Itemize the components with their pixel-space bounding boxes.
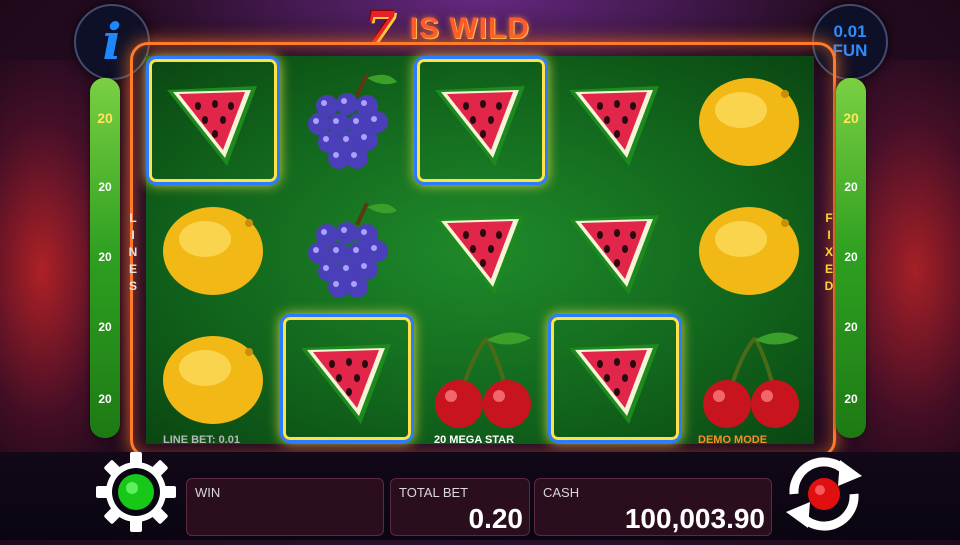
reel-symbol-cherries (682, 314, 816, 443)
watermelon-icon (555, 195, 675, 310)
demo-mode-label: DEMO MODE (698, 434, 768, 446)
win-highlight (414, 56, 548, 185)
cash-label: CASH (543, 485, 580, 500)
total-bet-field[interactable]: TOTAL BET 0.20 (390, 478, 530, 536)
cash-field: CASH 100,003.90 (534, 478, 772, 536)
line-number: 20 (843, 110, 859, 126)
lemon-icon (153, 195, 273, 310)
lemon-icon (153, 324, 273, 439)
watermelon-icon (555, 66, 675, 181)
cherries-icon (421, 324, 541, 439)
lemon-icon (689, 66, 809, 181)
total-bet-value: 0.20 (468, 503, 524, 534)
lines-bar-left: 20 20 20 20 20 (90, 78, 120, 438)
line-number: 20 (844, 180, 858, 194)
reel-symbol-watermelon (146, 56, 280, 185)
line-bet-label: LINE BET: 0.01 (163, 434, 241, 446)
lines-label: LINES (128, 211, 138, 293)
reel-symbol-lemon (682, 185, 816, 314)
grapes-icon (287, 66, 407, 181)
title-text: IS WILD (409, 12, 530, 45)
win-highlight (280, 314, 414, 443)
reel-symbol-lemon (682, 56, 816, 185)
cash-value: 100,003.90 (624, 503, 765, 534)
reel-symbol-lemon (146, 314, 280, 443)
grapes-icon (287, 195, 407, 310)
line-number: 20 (97, 110, 113, 126)
reel-symbol-grapes (280, 56, 414, 185)
settings-button[interactable] (92, 448, 180, 536)
cherries-icon (689, 324, 809, 439)
reel-symbol-watermelon (280, 314, 414, 443)
lemon-icon (689, 195, 809, 310)
reel-symbol-grapes (280, 185, 414, 314)
reels-area (146, 56, 814, 444)
fixed-label: FIXED (824, 211, 834, 293)
gear-icon (96, 452, 176, 532)
denomination-value: 0.01 (833, 22, 867, 41)
total-bet-label: TOTAL BET (399, 485, 469, 500)
line-number: 20 (844, 250, 858, 264)
watermelon-icon (421, 195, 541, 310)
win-highlight (548, 314, 682, 443)
reel-symbol-watermelon (548, 56, 682, 185)
line-number: 20 (98, 320, 112, 334)
reel-symbol-watermelon (548, 314, 682, 443)
win-label: WIN (195, 485, 221, 500)
line-number: 20 (98, 180, 112, 194)
spin-button[interactable] (778, 448, 870, 540)
spin-arrows-icon (786, 457, 862, 531)
game-name-label: 20 MEGA STAR (434, 434, 515, 446)
win-field: WIN (186, 478, 384, 536)
lines-bar-right: 20 20 20 20 20 (836, 78, 866, 438)
reel-symbol-lemon (146, 185, 280, 314)
line-number: 20 (98, 392, 112, 406)
line-number: 20 (844, 392, 858, 406)
line-number: 20 (98, 250, 112, 264)
reel-symbol-watermelon (414, 56, 548, 185)
reel-symbol-cherries (414, 314, 548, 443)
reel-symbol-watermelon (414, 185, 548, 314)
win-highlight (146, 56, 280, 185)
line-number: 20 (844, 320, 858, 334)
reel-symbol-watermelon (548, 185, 682, 314)
